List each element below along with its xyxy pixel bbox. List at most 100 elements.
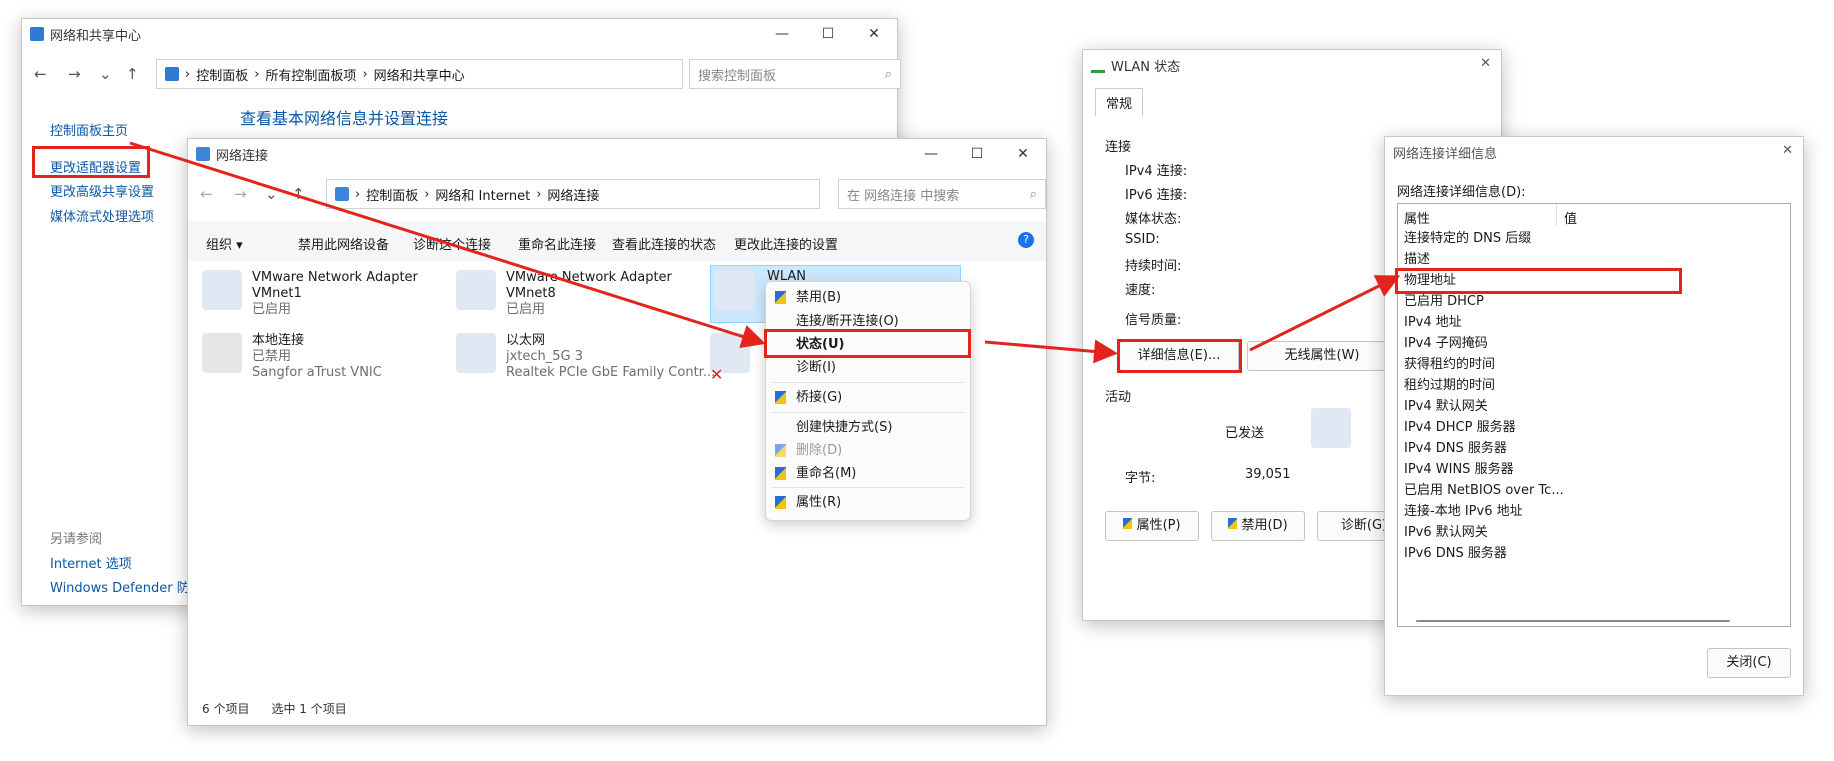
menu-item-delete[interactable]: 删除(D) — [766, 441, 970, 461]
network-details-window: 网络连接详细信息 ✕ 网络连接详细信息(D): 属性 值 连接特定的 DNS 后… — [1384, 136, 1804, 696]
signal-icon — [1091, 58, 1105, 73]
organize-menu[interactable]: 组织 ▾ — [206, 234, 243, 253]
close-icon[interactable]: ✕ — [1000, 139, 1046, 169]
ipv6-label: IPv6 连接: — [1125, 188, 1188, 203]
wifi-adapter-icon — [715, 270, 755, 310]
maximize-icon[interactable]: ☐ — [954, 139, 1000, 169]
window-title: WLAN 状态 — [1111, 59, 1181, 75]
ipv4-label: IPv4 连接: — [1125, 164, 1188, 179]
properties-button[interactable]: 属性(P) — [1105, 511, 1199, 541]
context-menu: 禁用(B) 连接/断开连接(O) 状态(U) 诊断(I) 桥接(G) 创建快捷方… — [765, 281, 971, 521]
window-controls: — ☐ ✕ — [759, 19, 897, 49]
table-row[interactable]: IPv4 子网掩码 — [1404, 335, 1488, 353]
list-item[interactable]: 本地连接 已禁用 Sangfor aTrust VNIC — [202, 333, 422, 385]
sidebar-item-media-streaming[interactable]: 媒体流式处理选项 — [50, 206, 154, 225]
sent-label: 已发送 — [1225, 426, 1265, 441]
minimize-icon[interactable]: — — [759, 19, 805, 49]
menu-item-disable[interactable]: 禁用(B) — [766, 288, 970, 308]
speed-label: 速度: — [1125, 283, 1156, 298]
sidebar-item-home[interactable]: 控制面板主页 — [50, 120, 128, 139]
network-adapter-icon — [456, 270, 496, 310]
table-row[interactable]: IPv6 默认网关 — [1404, 524, 1488, 542]
uac-shield-icon — [775, 467, 786, 480]
list-item[interactable]: VMware Network Adapter VMnet8 已启用 — [456, 270, 676, 322]
table-row[interactable]: IPv4 WINS 服务器 — [1404, 461, 1514, 479]
help-icon[interactable]: ? — [1018, 232, 1034, 248]
list-item[interactable]: 以太网 jxtech_5G 3 Realtek PCIe GbE Family … — [456, 333, 715, 385]
column-header-value[interactable]: 值 — [1564, 208, 1577, 227]
control-panel-icon — [165, 67, 179, 81]
uac-shield-icon — [775, 291, 786, 304]
highlight-box — [1117, 339, 1242, 373]
table-row[interactable]: 租约过期的时间 — [1404, 377, 1495, 395]
back-icon[interactable]: ← — [200, 185, 213, 203]
list-item[interactable]: VMware Network Adapter VMnet1 已启用 — [202, 270, 422, 322]
list-item[interactable]: ✕ — [710, 333, 760, 385]
minimize-icon[interactable]: — — [908, 139, 954, 169]
breadcrumb-item[interactable]: 网络和 Internet — [435, 185, 530, 204]
adapter-status: 已禁用 — [252, 349, 292, 364]
address-bar[interactable]: › 控制面板 › 网络和 Internet › 网络连接 — [326, 179, 820, 209]
network-adapter-icon — [202, 270, 242, 310]
diagnose-button[interactable]: 诊断这个连接 — [413, 234, 491, 253]
close-icon[interactable]: ✕ — [1480, 56, 1491, 71]
table-row[interactable]: 已启用 NetBIOS over Tc... — [1404, 482, 1564, 500]
item-count: 6 个项目 — [202, 702, 250, 716]
menu-item-shortcut[interactable]: 创建快捷方式(S) — [766, 418, 970, 438]
up-icon[interactable]: ↑ — [292, 185, 305, 203]
column-header-property[interactable]: 属性 — [1404, 208, 1430, 227]
chevron-down-icon[interactable]: ⌄ — [99, 65, 112, 83]
close-icon[interactable]: ✕ — [1782, 143, 1793, 158]
table-row[interactable]: IPv4 地址 — [1404, 314, 1462, 332]
tab-general[interactable]: 常规 — [1095, 88, 1144, 116]
window-title: 网络连接详细信息 — [1393, 146, 1498, 162]
breadcrumb-item[interactable]: 网络和共享中心 — [374, 65, 465, 84]
table-row[interactable]: 连接特定的 DNS 后缀 — [1404, 230, 1531, 248]
table-row[interactable]: 描述 — [1404, 251, 1430, 269]
breadcrumb-item[interactable]: 网络连接 — [547, 185, 599, 204]
wireless-properties-button[interactable]: 无线属性(W) — [1247, 341, 1397, 371]
window-title: 网络和共享中心 — [50, 28, 142, 44]
close-button[interactable]: 关闭(C) — [1707, 648, 1791, 678]
search-input[interactable]: 搜索控制面板 ⌕ — [689, 59, 901, 89]
menu-item-diagnose[interactable]: 诊断(I) — [766, 358, 970, 378]
forward-icon[interactable]: → — [234, 185, 247, 203]
table-row[interactable]: IPv6 DNS 服务器 — [1404, 545, 1507, 563]
network-adapter-icon — [202, 333, 242, 373]
table-row[interactable]: 获得租约的时间 — [1404, 356, 1495, 374]
change-settings-button[interactable]: 更改此连接的设置 — [734, 234, 838, 253]
rename-button[interactable]: 重命名此连接 — [518, 234, 596, 253]
menu-item-properties[interactable]: 属性(R) — [766, 493, 970, 513]
address-bar[interactable]: › 控制面板 › 所有控制面板项 › 网络和共享中心 — [156, 59, 683, 89]
internet-options-link[interactable]: Internet 选项 — [50, 553, 132, 572]
menu-separator — [772, 382, 964, 383]
close-icon[interactable]: ✕ — [851, 19, 897, 49]
back-icon[interactable]: ← — [34, 65, 47, 83]
menu-item-rename[interactable]: 重命名(M) — [766, 464, 970, 484]
chevron-down-icon[interactable]: ⌄ — [265, 185, 278, 203]
menu-item-bridge[interactable]: 桥接(G) — [766, 388, 970, 408]
uac-shield-icon — [775, 391, 786, 404]
horizontal-scrollbar[interactable] — [1416, 620, 1730, 622]
breadcrumb-item[interactable]: 控制面板 — [366, 185, 418, 204]
adapter-name: 以太网 — [506, 333, 546, 348]
disable-device-button[interactable]: 禁用此网络设备 — [298, 234, 389, 253]
up-icon[interactable]: ↑ — [126, 65, 139, 83]
adapter-status: 已启用 — [506, 302, 546, 317]
ssid-label: SSID: — [1125, 232, 1160, 247]
search-placeholder: 在 网络连接 中搜索 — [847, 188, 960, 204]
search-input[interactable]: 在 网络连接 中搜索 ⌕ — [838, 179, 1046, 209]
maximize-icon[interactable]: ☐ — [805, 19, 851, 49]
table-row[interactable]: IPv4 默认网关 — [1404, 398, 1488, 416]
sidebar-item-advanced-sharing[interactable]: 更改高级共享设置 — [50, 181, 154, 200]
view-status-button[interactable]: 查看此连接的状态 — [612, 234, 716, 253]
column-divider — [1556, 204, 1557, 226]
breadcrumb-item[interactable]: 所有控制面板项 — [265, 65, 356, 84]
table-row[interactable]: 连接-本地 IPv6 地址 — [1404, 503, 1523, 521]
table-row[interactable]: IPv4 DHCP 服务器 — [1404, 419, 1516, 437]
breadcrumb-item[interactable]: 控制面板 — [196, 65, 248, 84]
disable-button[interactable]: 禁用(D) — [1211, 511, 1305, 541]
table-row[interactable]: IPv4 DNS 服务器 — [1404, 440, 1507, 458]
table-row[interactable]: 已启用 DHCP — [1404, 293, 1484, 311]
forward-icon[interactable]: → — [68, 65, 81, 83]
